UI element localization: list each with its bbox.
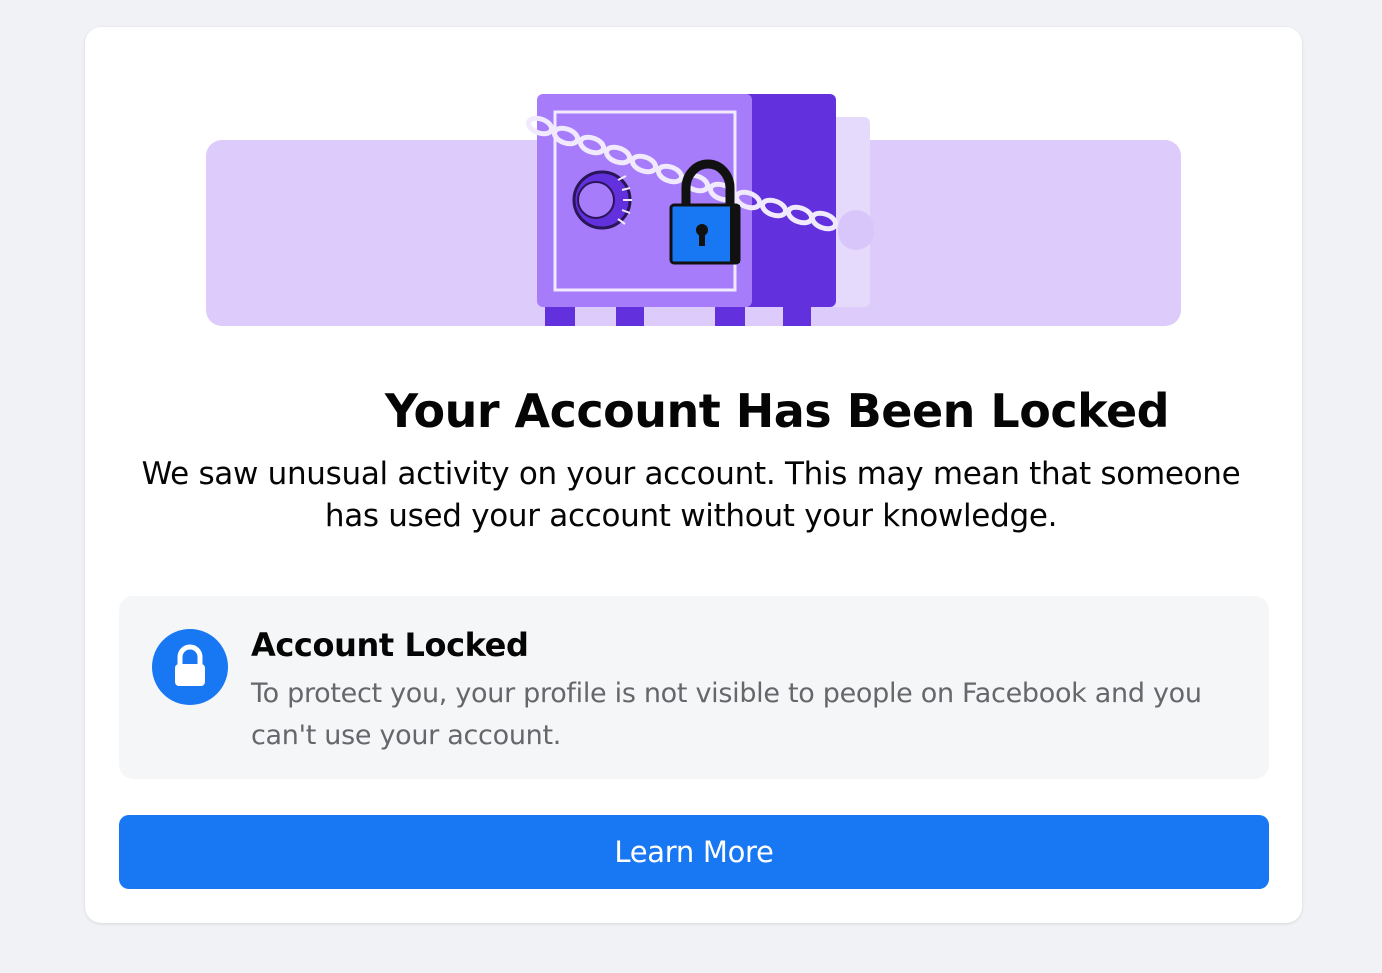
notice-title: Account Locked	[251, 626, 529, 664]
learn-more-button[interactable]: Learn More	[119, 815, 1269, 889]
page-title: Your Account Has Been Locked	[384, 384, 1170, 438]
notice-text: To protect you, your profile is not visi…	[251, 678, 1202, 751]
account-locked-notice: Account Locked To protect you, your prof…	[119, 596, 1269, 779]
page-description: We saw unusual activity on your account.…	[141, 456, 1241, 534]
lock-icon	[152, 629, 228, 705]
safe-illustration	[206, 94, 1181, 326]
